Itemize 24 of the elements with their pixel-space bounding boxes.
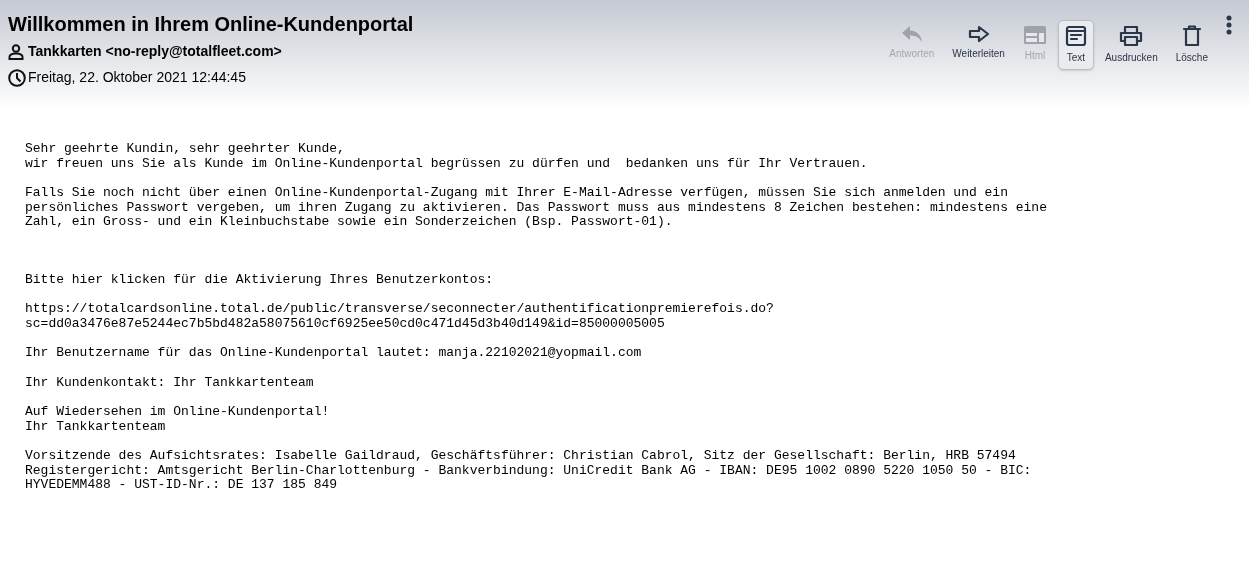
toolbar-button[interactable]: Ausdrucken <box>1097 20 1165 70</box>
message-paragraph: Vorsitzende des Aufsichtsrates: Isabelle Gaildraud, Geschäftsführer: Christian Cabrol, Sitz der Gesellschaft: Berlin, HRB 57494 Registergericht: Amtsgericht Berlin-Charlottenburg - Bankverbindung: UniCredit Bank AG - IBAN: DE95 1002 0890 5220 1050 50 - BIC: HYVEDEMM488 - UST-ID-Nr.: DE 137 185 849 <box>25 449 1033 493</box>
person-icon <box>8 43 24 60</box>
message-paragraph: Ihr Kundenkontakt: Ihr Tankkartenteam <box>25 375 315 390</box>
message-paragraph: Ihr Benutzername für das Online-Kundenportal lautet: manja.22102021@yopmail.com <box>25 346 643 361</box>
message-paragraph: Falls Sie noch nicht über einen Online-Kundenportal-Zugang mit Ihrer E-Mail-Adresse verfügen, müssen Sie sich anmelden und ein persönliches Passwort vergeben, um ihren Zugang zu aktivieren. Das Passwort muss aus mindestens 8 Zeichen bestehen: mindestens eine Zahl, ein Gross- und ein Kleinbuchstabe sowie ein Sonderzeichen (Bsp. Passwort-01). <box>25 186 1048 230</box>
message-subject: Willkommen in Ihrem Online-Kundenportal <box>8 12 414 36</box>
message-paragraph: Bitte hier klicken für die Aktivierung Ihres Benutzerkontos: <box>25 272 495 287</box>
message-date: Freitag, 22. Oktober 2021 12:44:45 <box>28 68 246 87</box>
trash-icon <box>1181 25 1202 47</box>
text-document-icon <box>1064 25 1087 47</box>
toolbar-button[interactable]: Weiterleiten <box>945 20 1012 66</box>
reply-arrow-icon <box>900 25 923 43</box>
sender: Tankkarten <no-reply@totalfleet.com> <box>28 42 282 61</box>
message-paragraph: Sehr geehrte Kundin, sehr geehrter Kunde, wir freuen uns Sie als Kunde im Online-Kundenportal begrüssen zu dürfen und bedanken uns für Ihr Vertrauen. <box>25 142 869 171</box>
clock-icon <box>8 68 26 87</box>
layout-icon <box>1022 25 1047 45</box>
message-paragraph: https://totalcardsonline.total.de/public/transverse/seconnecter/authentificationpremierefois.do? sc=dd0a3476e87e5244ec7b5bd482a58075610cf6925ee50cd0c471d45d3b40d149&id=85000005005 <box>25 302 775 331</box>
more-icon <box>1225 14 1233 36</box>
toolbar-button[interactable]: Text <box>1057 20 1094 70</box>
forward-arrow-icon <box>967 25 990 43</box>
printer-icon <box>1119 25 1144 47</box>
toolbar-button[interactable]: Lösche <box>1168 20 1215 70</box>
message-paragraph: Auf Wiedersehen im Online-Kundenportal! Ihr Tankkartenteam <box>25 405 331 434</box>
